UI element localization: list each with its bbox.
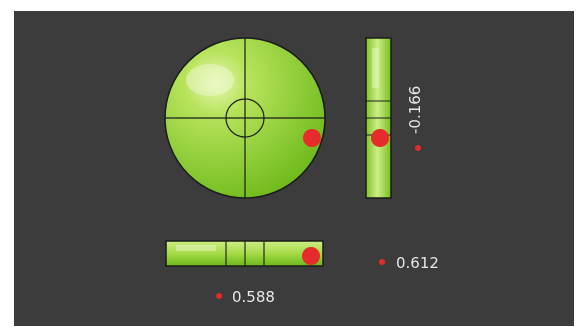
- vertical-vial-bubble: [371, 129, 389, 147]
- bullseye-bubble: [303, 129, 321, 147]
- spirit-level-graphics: [164, 37, 421, 299]
- horizontal-vial-bubble: [302, 247, 320, 265]
- vertical-level-readout: -0.166: [406, 85, 424, 134]
- vertical-vial-glare: [372, 48, 379, 88]
- bullseye-level: [164, 37, 326, 199]
- bottom-readout-dot-icon: [216, 293, 222, 299]
- horizontal-level: [165, 240, 324, 267]
- bottom-level-readout: 0.588: [232, 288, 275, 306]
- horizontal-vial-glare: [176, 245, 216, 251]
- horizontal-level-readout: 0.612: [396, 254, 439, 272]
- vertical-level: [365, 37, 392, 199]
- vertical-readout-dot-icon: [415, 145, 421, 151]
- bullseye-glare: [186, 64, 234, 96]
- horizontal-readout-dot-icon: [379, 259, 385, 265]
